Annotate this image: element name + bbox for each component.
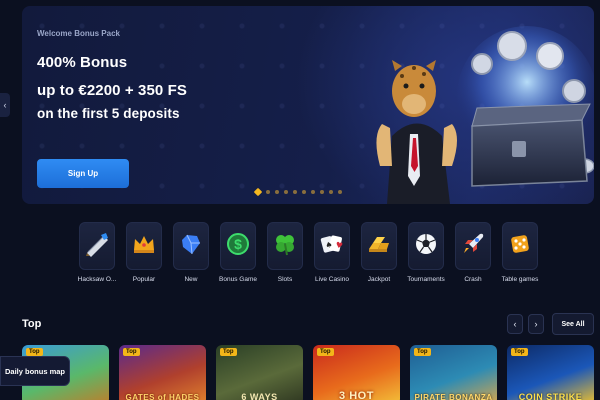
soccer-ball-icon xyxy=(413,231,439,262)
hero-illustration xyxy=(376,26,594,204)
category-item[interactable]: Slots xyxy=(267,222,303,283)
svg-text:♥: ♥ xyxy=(335,240,344,250)
hero-banner[interactable]: Welcome Bonus Pack 400% Bonus up to €220… xyxy=(22,6,594,204)
carousel-dot[interactable] xyxy=(320,190,324,194)
games-row: Top Top GATES of HADES Top 6 WAYS Top 3 HOT Top… xyxy=(22,345,594,400)
game-title: COIN STRIKE xyxy=(518,392,583,400)
category-label: Table games xyxy=(501,276,539,283)
top-badge: Top xyxy=(26,348,43,356)
hero-subtitle: Welcome Bonus Pack xyxy=(37,29,120,38)
hero-headline-deposits: on the first 5 deposits xyxy=(37,106,180,121)
carousel-dot[interactable] xyxy=(284,190,288,194)
gold-bars-icon xyxy=(366,231,392,262)
top-badge: Top xyxy=(123,348,140,356)
hero-headline-amount: up to €2200 + 350 FS xyxy=(37,82,187,99)
gem-icon xyxy=(178,231,204,262)
game-title: GATES of HADES xyxy=(125,393,200,400)
game-card[interactable]: Top COIN STRIKE xyxy=(507,345,594,400)
section-title-top: Top xyxy=(22,318,42,330)
game-card[interactable]: Top 6 WAYS xyxy=(216,345,303,400)
hero-headline: 400% Bonus xyxy=(37,54,128,71)
hero-prev-arrow[interactable]: ‹ xyxy=(0,93,10,117)
saw-icon xyxy=(84,231,110,262)
next-button[interactable]: › xyxy=(528,314,544,334)
game-card[interactable]: Top PIRATE BONANZA xyxy=(410,345,497,400)
carousel-dots[interactable] xyxy=(253,187,342,197)
category-item[interactable]: Crash xyxy=(455,222,491,283)
top-badge: Top xyxy=(414,348,431,356)
category-item[interactable]: Popular xyxy=(126,222,162,283)
game-card[interactable]: Top GATES of HADES xyxy=(119,345,206,400)
category-item[interactable]: $ Bonus Game xyxy=(219,222,257,283)
prev-button[interactable]: ‹ xyxy=(507,314,523,334)
category-tile[interactable] xyxy=(267,222,303,270)
category-tile[interactable] xyxy=(126,222,162,270)
category-item[interactable]: New xyxy=(173,222,209,283)
carousel-dot[interactable] xyxy=(253,187,263,197)
game-title: 3 HOT xyxy=(339,390,374,400)
crown-icon xyxy=(131,231,157,262)
category-tile[interactable] xyxy=(361,222,397,270)
category-item[interactable]: Hacksaw O... xyxy=(78,222,116,283)
clover-icon xyxy=(272,231,298,262)
category-item[interactable]: Table games xyxy=(502,222,538,283)
carousel-dot[interactable] xyxy=(329,190,333,194)
game-title: 6 WAYS xyxy=(241,392,278,400)
dice-icon xyxy=(507,231,533,262)
cards-icon: ♥ ♠ xyxy=(319,231,345,262)
category-item[interactable]: ♥ ♠ Live Casino xyxy=(314,222,350,283)
category-bar: Hacksaw O... Popular New $ Bonus Game Slots ♥ ♠… xyxy=(78,222,538,283)
dollar-coin-icon: $ xyxy=(225,231,251,262)
category-tile[interactable] xyxy=(502,222,538,270)
carousel-dot[interactable] xyxy=(266,190,270,194)
category-tile[interactable]: ♥ ♠ xyxy=(314,222,350,270)
daily-bonus-map-button[interactable]: Daily bonus map xyxy=(0,356,70,386)
sign-up-button[interactable]: Sign Up xyxy=(37,159,129,188)
game-title: PIRATE BONANZA xyxy=(414,393,493,400)
rocket-icon xyxy=(460,231,486,262)
category-item[interactable]: Jackpot xyxy=(361,222,397,283)
category-item[interactable]: Tournaments xyxy=(407,222,445,283)
svg-text:$: $ xyxy=(234,236,242,252)
category-tile[interactable] xyxy=(408,222,444,270)
category-tile[interactable]: $ xyxy=(220,222,256,270)
category-tile[interactable] xyxy=(79,222,115,270)
carousel-dot[interactable] xyxy=(275,190,279,194)
game-card[interactable]: Top 3 HOT xyxy=(313,345,400,400)
carousel-dot[interactable] xyxy=(302,190,306,194)
category-tile[interactable] xyxy=(455,222,491,270)
top-badge: Top xyxy=(317,348,334,356)
top-badge: Top xyxy=(220,348,237,356)
top-badge: Top xyxy=(511,348,528,356)
category-tile[interactable] xyxy=(173,222,209,270)
carousel-dot[interactable] xyxy=(311,190,315,194)
carousel-dot[interactable] xyxy=(338,190,342,194)
carousel-dot[interactable] xyxy=(293,190,297,194)
see-all-button[interactable]: See All xyxy=(552,313,594,335)
